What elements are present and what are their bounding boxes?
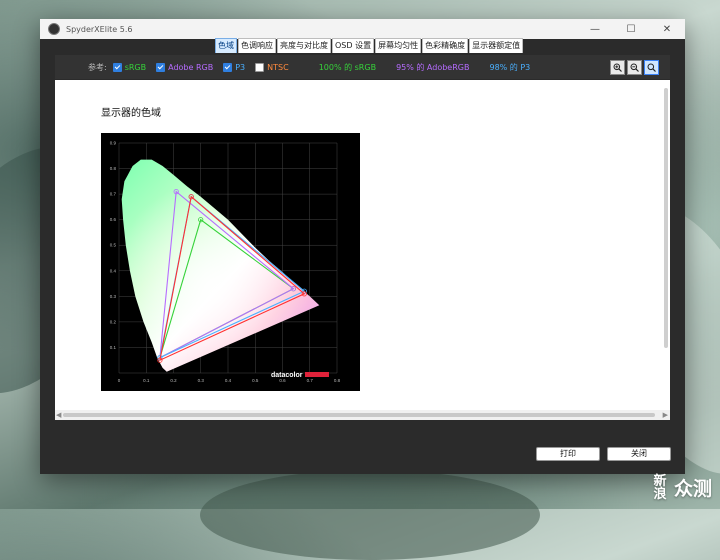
- gamut-chart: 0 0.1 0.2 0.3 0.4 0.5 0.6 0.7 0.8 0.1 0.2 0.3 0.4 0.5…: [101, 133, 360, 391]
- minimize-button[interactable]: —: [577, 19, 613, 39]
- print-button[interactable]: 打印: [536, 447, 600, 461]
- tab-osd-settings[interactable]: OSD 设置: [332, 38, 375, 53]
- wallpaper-leaf: [200, 470, 540, 560]
- tab-brightness-contrast[interactable]: 亮度与对比度: [277, 38, 331, 53]
- legend-item-adobe-rgb[interactable]: Adobe RGB: [156, 62, 214, 72]
- tab-gamut[interactable]: 色域: [215, 38, 237, 53]
- ntsc-label: NTSC: [267, 62, 289, 72]
- app-icon: [48, 23, 60, 35]
- maximize-button[interactable]: ☐: [613, 19, 649, 39]
- y-tick-label: 0.6: [110, 217, 117, 222]
- coverage-srgb: 100% 的 sRGB: [318, 62, 377, 72]
- ntsc-checkbox[interactable]: [255, 62, 265, 72]
- zoom-controls: [608, 60, 659, 75]
- reference-label: 参考:: [88, 62, 107, 72]
- legend-item-p3[interactable]: P3: [223, 62, 246, 72]
- horizontal-scrollbar[interactable]: ◀ ▶: [55, 410, 670, 420]
- gamut-chart-svg: 0 0.1 0.2 0.3 0.4 0.5 0.6 0.7 0.8 0.1 0.2 0.3 0.4 0.5…: [110, 141, 341, 384]
- page-title: 显示器的色域: [101, 108, 161, 119]
- tab-tone-response[interactable]: 色调响应: [238, 38, 276, 53]
- scroll-right-icon[interactable]: ▶: [663, 411, 668, 419]
- p3-label: P3: [235, 62, 246, 72]
- adobe-rgb-label: Adobe RGB: [168, 62, 214, 72]
- scroll-left-icon[interactable]: ◀: [56, 411, 61, 419]
- srgb-label: sRGB: [124, 62, 147, 72]
- y-tick-label: 0.7: [110, 192, 117, 197]
- zoom-in-icon[interactable]: [610, 60, 625, 75]
- tab-bar: 色域 色调响应 亮度与对比度 OSD 设置 屏幕均匀性 色彩精确度 显示器额定值: [215, 38, 524, 53]
- datacolor-logo: datacolor: [271, 372, 303, 379]
- x-tick-label: 0.2: [170, 378, 177, 383]
- srgb-checkbox[interactable]: [112, 62, 122, 72]
- tab-color-accuracy[interactable]: 色彩精确度: [422, 38, 469, 53]
- title-bar: SpyderXElite 5.6 — ☐ ✕: [40, 19, 685, 39]
- close-window-button[interactable]: ✕: [649, 19, 685, 39]
- report-content: 显示器的色域 0 0.1 0.2 0.3 0.4 0.5 0.6 0.7 0.8…: [55, 80, 670, 420]
- app-window: SpyderXElite 5.6 — ☐ ✕ 色域 色调响应 亮度与对比度 OS…: [40, 19, 685, 474]
- spectral-locus-highlight: [121, 159, 320, 372]
- x-tick-label: 0.5: [252, 378, 259, 383]
- x-tick-label: 0.3: [198, 378, 205, 383]
- y-tick-label: 0.9: [110, 141, 117, 146]
- y-tick-label: 0.3: [110, 294, 117, 299]
- x-tick-label: 0.7: [307, 378, 314, 383]
- x-tick-label: 0.1: [143, 378, 150, 383]
- legend-item-srgb[interactable]: sRGB: [112, 62, 147, 72]
- y-tick-label: 0.8: [110, 166, 117, 171]
- coverage-adobe-rgb: 95% 的 AdobeRGB: [396, 62, 470, 72]
- y-tick-label: 0.1: [110, 345, 117, 350]
- close-button[interactable]: 关闭: [607, 447, 671, 461]
- coverage-p3: 98% 的 P3: [489, 62, 531, 72]
- p3-checkbox[interactable]: [223, 62, 233, 72]
- x-tick-label: 0.4: [225, 378, 232, 383]
- vertical-scrollbar[interactable]: [664, 88, 668, 348]
- watermark-left: 新浪: [653, 473, 667, 502]
- legend-item-ntsc[interactable]: NTSC: [255, 62, 289, 72]
- tab-display-rating[interactable]: 显示器额定值: [469, 38, 524, 53]
- y-tick-label: 0.5: [110, 243, 117, 248]
- watermark: 新浪 众测: [650, 474, 712, 501]
- x-tick-label: 0: [118, 378, 121, 383]
- window-title: SpyderXElite 5.6: [66, 24, 133, 34]
- adobe-rgb-checkbox[interactable]: [156, 62, 166, 72]
- window-controls: — ☐ ✕: [577, 19, 685, 39]
- watermark-right: 众测: [673, 478, 712, 500]
- reference-toolbar: 参考: sRGB Adobe RGB P3 NTSC 100% 的 sRGB 9…: [55, 55, 670, 79]
- y-tick-label: 0.4: [110, 268, 117, 273]
- x-tick-label: 0.8: [334, 378, 341, 383]
- tab-uniformity[interactable]: 屏幕均匀性: [375, 38, 422, 53]
- y-tick-label: 0.2: [110, 319, 117, 324]
- horizontal-scroll-thumb[interactable]: [63, 413, 655, 417]
- datacolor-logo-bar: [305, 372, 329, 377]
- reference-legend: 参考: sRGB Adobe RGB P3 NTSC 100% 的 sRGB 9…: [55, 55, 530, 79]
- zoom-out-icon[interactable]: [627, 60, 642, 75]
- zoom-fit-icon[interactable]: [644, 60, 659, 75]
